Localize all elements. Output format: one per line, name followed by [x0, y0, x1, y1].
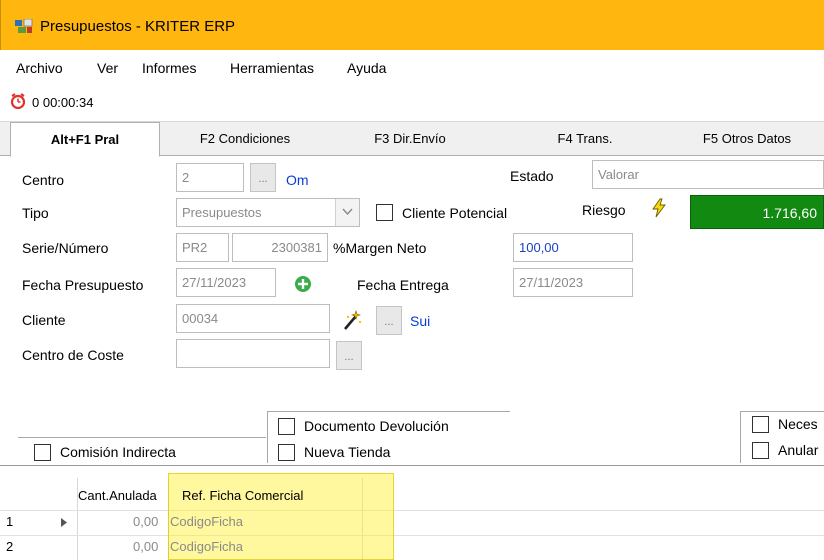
magic-wand-icon[interactable] — [341, 309, 363, 331]
fecha-entrega-label: Fecha Entrega — [357, 277, 449, 293]
ref-ficha-cell[interactable]: CodigoFicha — [170, 514, 243, 529]
cliente-lookup-button[interactable]: ... — [376, 306, 402, 335]
centro-coste-lookup-button[interactable]: ... — [336, 341, 362, 370]
anular-label: Anular — [778, 442, 819, 458]
tab-strip: Alt+F1 Pral F2 Condiciones F3 Dir.Envío … — [0, 122, 824, 157]
divider — [267, 411, 510, 412]
centro-coste-label: Centro de Coste — [22, 347, 124, 363]
cant-anulada-cell[interactable]: 0,00 — [133, 539, 158, 554]
row-number: 2 — [6, 539, 14, 554]
cant-anulada-cell[interactable]: 0,00 — [133, 514, 158, 529]
serie-numero-label: Serie/Número — [22, 240, 109, 256]
divider — [18, 437, 266, 438]
centro-coste-input[interactable] — [176, 339, 330, 368]
cliente-name-link[interactable]: Sui — [410, 313, 430, 329]
cliente-potencial-label: Cliente Potencial — [402, 205, 508, 221]
column-header-ref-ficha-comercial[interactable]: Ref. Ficha Comercial — [182, 488, 303, 503]
riesgo-value: 1.716,60 — [690, 195, 824, 229]
estado-label: Estado — [510, 168, 554, 184]
numero-input[interactable]: 2300381 — [232, 233, 328, 262]
chevron-down-icon[interactable] — [335, 199, 359, 226]
lines-grid — [0, 465, 824, 560]
fecha-entrega-input[interactable]: 27/11/2023 — [513, 268, 633, 297]
cliente-input[interactable]: 00034 — [176, 304, 330, 333]
grid-divider — [0, 535, 824, 536]
app-icon — [15, 19, 33, 33]
menu-archivo[interactable]: Archivo — [16, 60, 63, 76]
alarm-clock-icon — [10, 93, 26, 109]
documento-devolucion-label: Documento Devolución — [304, 418, 449, 434]
window-title: Presupuestos - KRITER ERP — [40, 18, 236, 35]
divider — [267, 411, 268, 463]
centro-label: Centro — [22, 172, 65, 188]
nueva-tienda-label: Nueva Tienda — [304, 444, 391, 460]
comision-indirecta-checkbox[interactable] — [34, 444, 51, 461]
column-header-cant-anulada[interactable]: Cant.Anulada — [78, 488, 157, 503]
centro-lookup-button[interactable]: ... — [250, 163, 276, 192]
grid-divider — [0, 510, 824, 511]
cliente-potencial-checkbox[interactable] — [376, 204, 393, 221]
ref-ficha-cell[interactable]: CodigoFicha — [170, 539, 243, 554]
riesgo-label: Riesgo — [582, 202, 626, 218]
lightning-icon[interactable] — [651, 198, 667, 218]
menu-herramientas[interactable]: Herramientas — [230, 60, 314, 76]
timer-bar — [0, 84, 824, 122]
serie-input[interactable]: PR2 — [176, 233, 229, 262]
cliente-label: Cliente — [22, 312, 66, 328]
tipo-select-value: Presupuestos — [182, 205, 262, 220]
centro-name-link[interactable]: Om — [286, 172, 309, 188]
tab-direccion-envio[interactable]: F3 Dir.Envío — [335, 122, 485, 156]
add-circle-icon[interactable] — [294, 275, 312, 293]
fecha-presupuesto-input[interactable]: 27/11/2023 — [176, 268, 276, 297]
fecha-presupuesto-label: Fecha Presupuesto — [22, 277, 144, 293]
margen-neto-label: %Margen Neto — [333, 240, 427, 256]
menu-ver[interactable]: Ver — [97, 60, 118, 76]
row-pointer-icon — [61, 518, 67, 527]
documento-devolucion-checkbox[interactable] — [278, 418, 295, 435]
menu-bar: Archivo Ver Informes Herramientas Ayuda — [0, 50, 824, 84]
divider — [740, 411, 824, 412]
title-bar: Presupuestos - KRITER ERP — [0, 0, 824, 50]
menu-informes[interactable]: Informes — [142, 60, 196, 76]
neces-label: Neces — [778, 416, 818, 432]
tab-principal[interactable]: Alt+F1 Pral — [10, 122, 160, 157]
neces-checkbox[interactable] — [752, 416, 769, 433]
divider — [740, 411, 741, 463]
menu-ayuda[interactable]: Ayuda — [347, 60, 386, 76]
comision-indirecta-label: Comisión Indirecta — [60, 444, 176, 460]
tipo-label: Tipo — [22, 205, 49, 221]
anular-checkbox[interactable] — [752, 442, 769, 459]
elapsed-timer: 0 00:00:34 — [32, 95, 94, 110]
tab-transporte[interactable]: F4 Trans. — [510, 122, 660, 156]
centro-input[interactable]: 2 — [176, 163, 244, 192]
row-number: 1 — [6, 514, 14, 529]
tab-condiciones[interactable]: F2 Condiciones — [170, 122, 320, 156]
tab-otros-datos[interactable]: F5 Otros Datos — [670, 122, 824, 156]
nueva-tienda-checkbox[interactable] — [278, 444, 295, 461]
tipo-select[interactable]: Presupuestos — [176, 198, 360, 227]
margen-neto-input[interactable]: 100,00 — [513, 233, 633, 262]
estado-input[interactable]: Valorar — [592, 160, 824, 189]
